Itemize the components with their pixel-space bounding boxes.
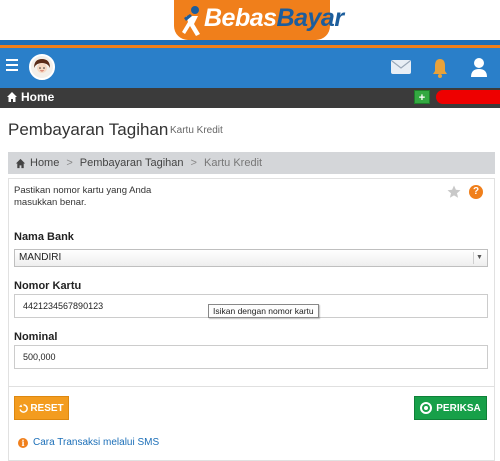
nav-home-label: Home: [21, 90, 55, 104]
bank-label: Nama Bank: [14, 231, 74, 243]
help-icon[interactable]: ?: [469, 185, 483, 199]
hamburger-icon[interactable]: [6, 59, 18, 71]
bank-select-value: MANDIRI: [19, 252, 62, 263]
nav-home-link[interactable]: Home: [6, 90, 54, 104]
sms-guide-link[interactable]: i Cara Transaksi melalui SMS: [18, 437, 159, 448]
home-icon: [7, 92, 17, 102]
breadcrumb-separator: >: [66, 157, 73, 169]
top-nav-bar: [0, 48, 500, 88]
add-button[interactable]: +: [414, 90, 430, 104]
logo-text-bayar: Bayar: [276, 4, 345, 32]
periksa-label: PERIKSA: [436, 402, 481, 414]
reset-label: RESET: [30, 402, 64, 414]
reset-button[interactable]: RESET: [14, 396, 69, 420]
nominal-input[interactable]: [14, 345, 488, 369]
breadcrumb-separator: >: [190, 157, 197, 169]
breadcrumb-home-icon: [15, 158, 26, 168]
page-title: Pembayaran Tagihan: [8, 120, 169, 139]
logo-header: BebasBayar: [0, 0, 500, 44]
user-balance-badge[interactable]: [436, 90, 500, 104]
logo-text: BebasBayar: [204, 4, 344, 33]
bank-select[interactable]: MANDIRI ▼: [14, 249, 488, 267]
chevron-down-icon[interactable]: ▼: [473, 252, 485, 264]
secondary-nav-bar: Home +: [0, 88, 500, 108]
check-circle-icon: [420, 402, 433, 414]
card-number-label: Nomor Kartu: [14, 280, 82, 292]
breadcrumb-current: Kartu Kredit: [203, 157, 263, 169]
page-subtitle: Kartu Kredit: [170, 125, 223, 136]
periksa-button[interactable]: PERIKSA: [414, 396, 487, 420]
mail-icon[interactable]: [391, 60, 411, 74]
logo-text-bebas: Bebas: [204, 4, 277, 32]
info-text: Pastikan nomor kartu yang Anda masukkan …: [14, 185, 152, 208]
user-icon[interactable]: [470, 57, 488, 77]
nominal-label: Nominal: [14, 331, 58, 343]
card-number-tooltip: Isikan dengan nomor kartu: [208, 304, 319, 318]
breadcrumb: Home > Pembayaran Tagihan > Kartu Kredit: [8, 152, 495, 174]
star-icon[interactable]: [447, 185, 461, 199]
breadcrumb-home[interactable]: Home: [30, 157, 59, 169]
info-icon: i: [18, 437, 28, 448]
avatar-face-icon: [31, 56, 53, 78]
form-divider: [8, 386, 495, 387]
reset-icon: [19, 403, 29, 413]
breadcrumb-pembayaran-tagihan[interactable]: Pembayaran Tagihan: [80, 157, 184, 169]
bell-icon[interactable]: [431, 57, 449, 79]
runner-figure-icon: [182, 6, 200, 36]
brand-logo[interactable]: BebasBayar: [174, 0, 344, 44]
sms-guide-label: Cara Transaksi melalui SMS: [33, 437, 160, 448]
avatar[interactable]: [29, 54, 55, 80]
